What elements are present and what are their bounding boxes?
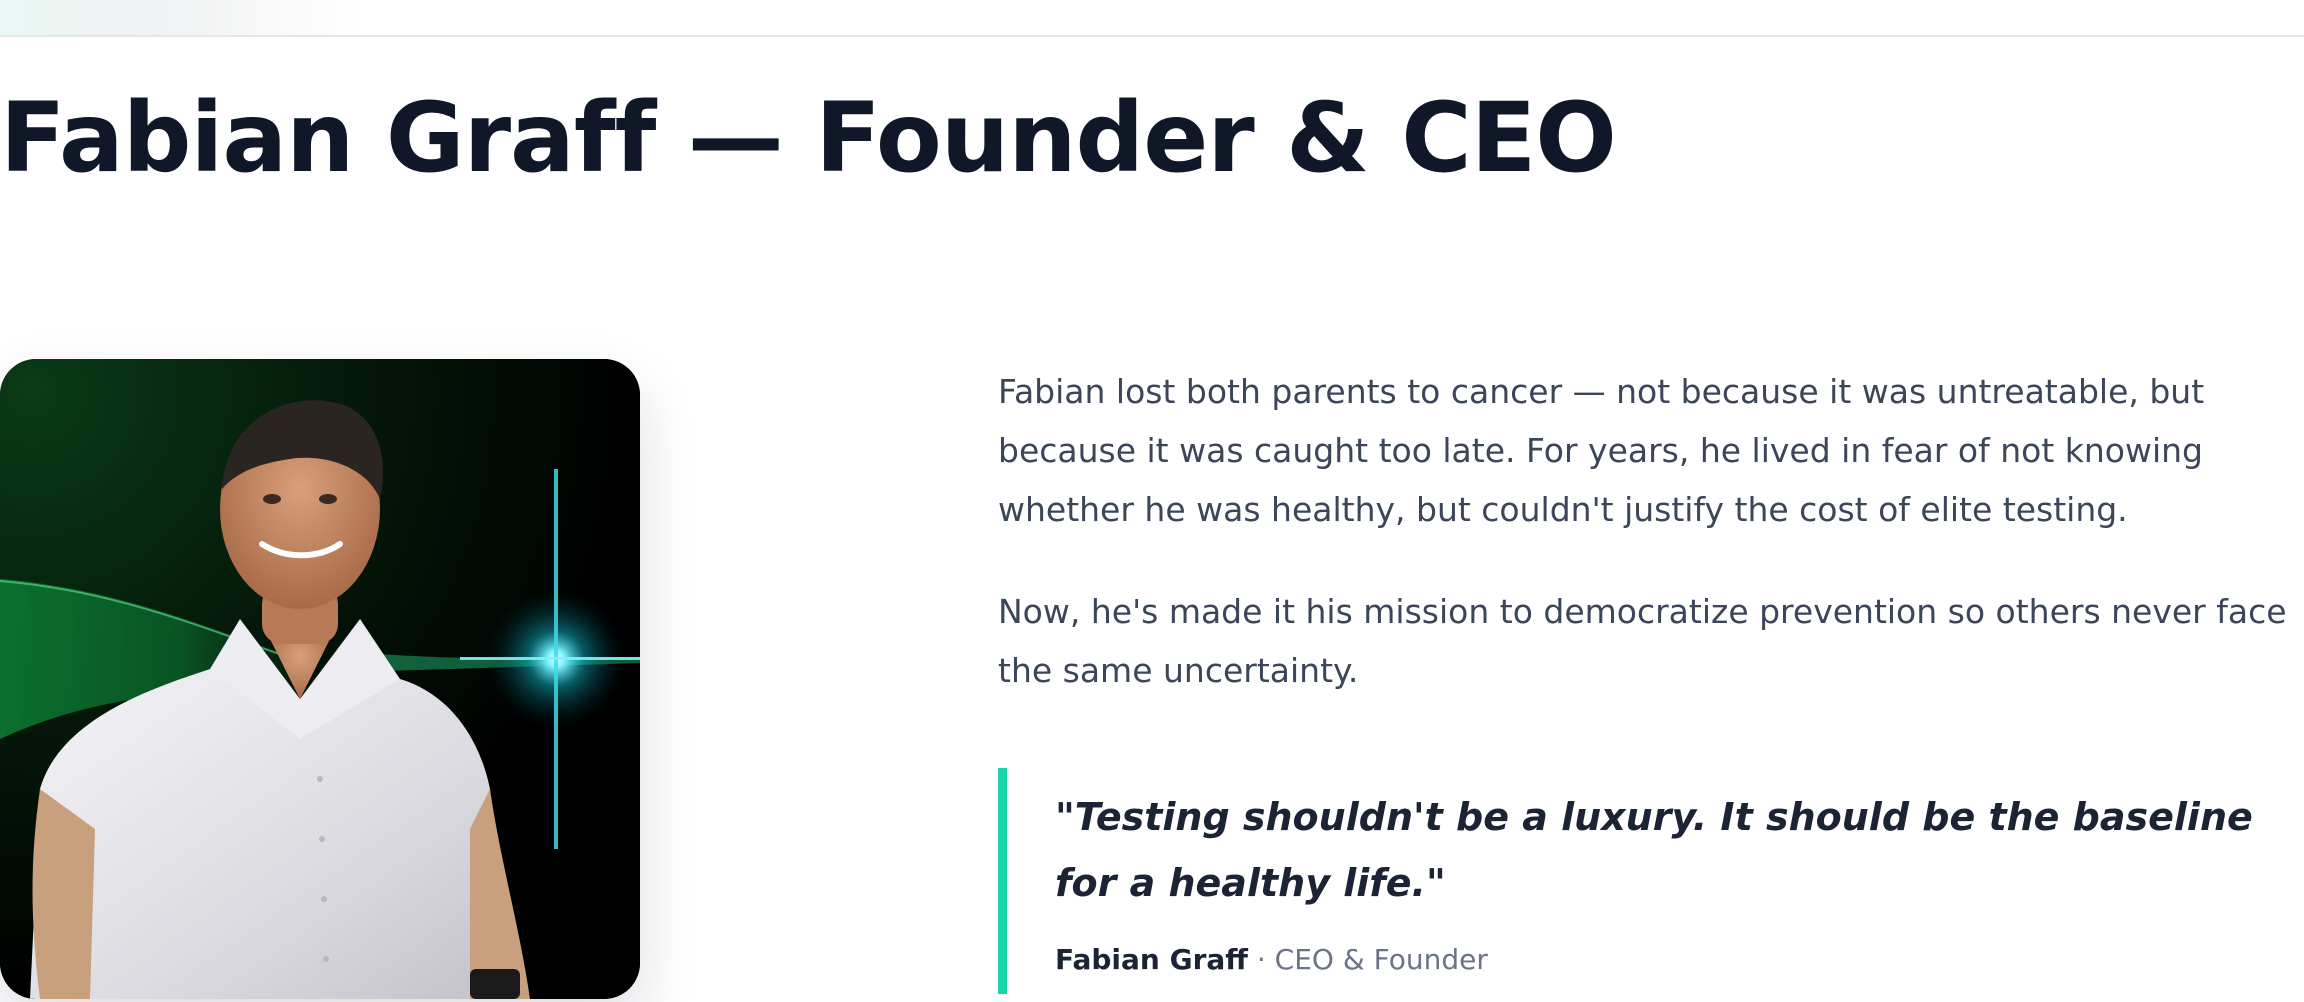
top-bar-gradient — [0, 0, 360, 35]
bio-paragraph-2: Now, he's made it his mission to democra… — [998, 592, 2287, 690]
page: Fabian Graff — Founder & CEO Fabian lost… — [0, 0, 2304, 1002]
founder-quote: "Testing shouldn't be a luxury. It shoul… — [998, 768, 2298, 994]
quote-text: "Testing shouldn't be a luxury. It shoul… — [1055, 795, 2253, 905]
founder-photo — [0, 359, 640, 999]
quote-accent-bar — [998, 768, 1007, 994]
quote-author: Fabian Graff — [1055, 943, 1248, 976]
quote-role: CEO & Founder — [1274, 943, 1488, 976]
founder-portrait-illustration — [0, 359, 640, 999]
top-navigation-bar — [0, 0, 2304, 37]
quote-separator: · — [1247, 943, 1275, 976]
founder-bio: Fabian lost both parents to cancer — not… — [998, 362, 2298, 700]
page-title: Fabian Graff — Founder & CEO — [0, 82, 1617, 194]
bio-paragraph-1: Fabian lost both parents to cancer — not… — [998, 372, 2205, 529]
quote-attribution: Fabian Graff · CEO & Founder — [1055, 940, 1488, 980]
